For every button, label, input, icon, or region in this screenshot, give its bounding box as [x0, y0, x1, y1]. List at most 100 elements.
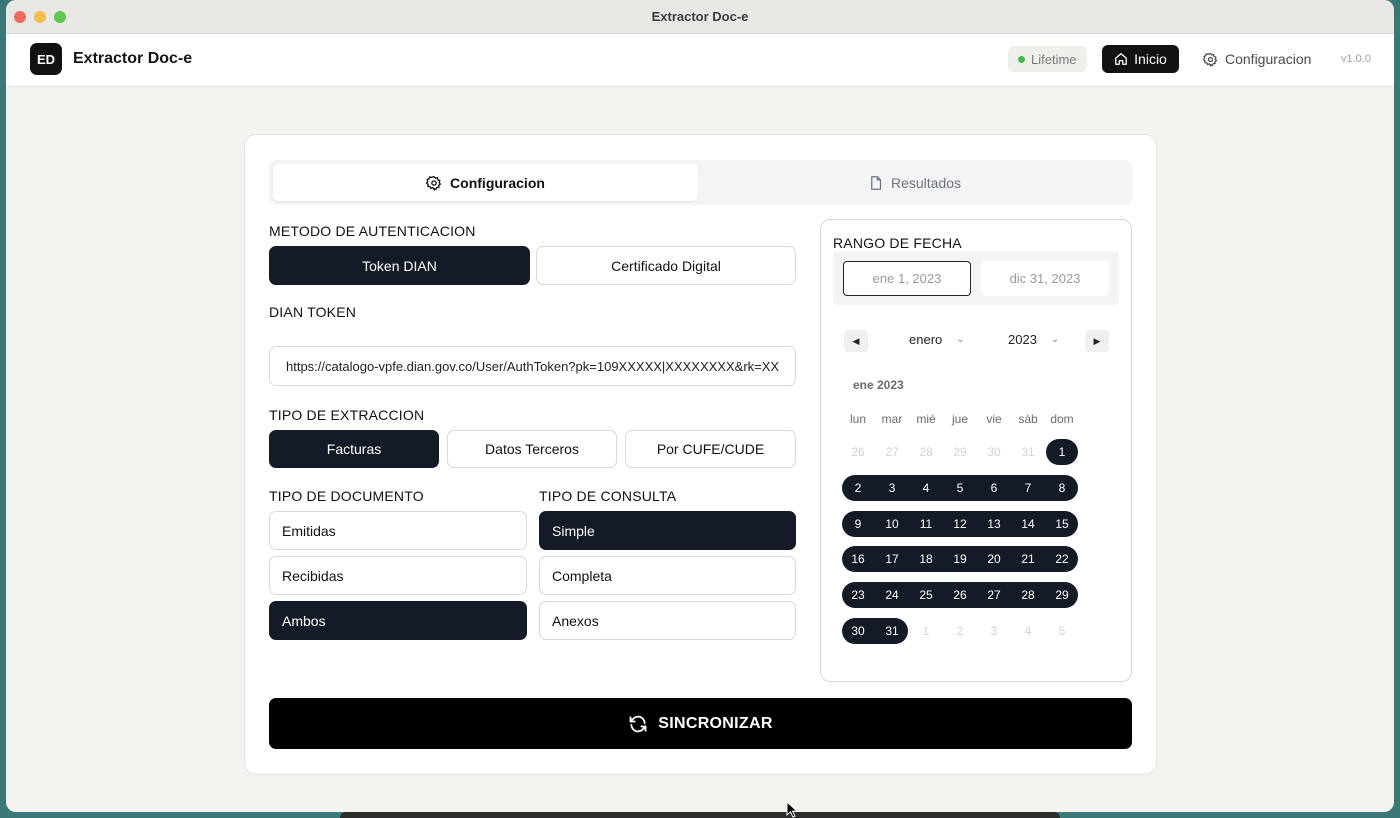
document-recibidas-button[interactable]: Recibidas: [269, 556, 527, 595]
nav-config-label: Configuracion: [1225, 51, 1312, 67]
document-type-label: TIPO DE DOCUMENTO: [269, 488, 424, 504]
date-range-label: RANGO DE FECHA: [833, 235, 962, 251]
plan-badge: Lifetime: [1008, 46, 1087, 72]
calendar-day[interactable]: 3: [877, 476, 907, 500]
tab-configuracion-label: Configuracion: [450, 174, 545, 191]
extraction-cufe-button[interactable]: Por CUFE/CUDE: [625, 430, 796, 468]
calendar-day[interactable]: 13: [979, 512, 1009, 536]
calendar-day[interactable]: 24: [877, 583, 907, 607]
date-range-panel: RANGO DE FECHA ene 1, 2023 dic 31, 2023 …: [820, 219, 1132, 682]
month-select[interactable]: enero ⌄: [909, 332, 965, 347]
weekday-label: jue: [951, 412, 968, 426]
chevron-down-icon: ⌄: [1050, 334, 1060, 345]
tab-resultados[interactable]: Resultados: [702, 164, 1127, 201]
weekday-label: vie: [986, 412, 1002, 426]
calendar-day[interactable]: 4: [1013, 619, 1043, 643]
extraction-facturas-button[interactable]: Facturas: [269, 430, 439, 468]
calendar-day[interactable]: 15: [1047, 512, 1077, 536]
calendar-day[interactable]: 23: [843, 583, 873, 607]
calendar-day[interactable]: 4: [911, 476, 941, 500]
calendar-day[interactable]: 28: [911, 440, 941, 464]
document-emitidas-button[interactable]: Emitidas: [269, 511, 527, 550]
sync-button[interactable]: SINCRONIZAR: [269, 698, 1132, 749]
extraction-type-label: TIPO DE EXTRACCION: [269, 407, 425, 423]
calendar-day[interactable]: 2: [945, 619, 975, 643]
calendar-day[interactable]: 3: [979, 619, 1009, 643]
auth-certificado-button[interactable]: Certificado Digital: [536, 246, 796, 285]
calendar-day[interactable]: 1: [911, 619, 941, 643]
calendar-day[interactable]: 5: [945, 476, 975, 500]
triangle-left-icon: ◀: [852, 335, 860, 346]
date-range-fields: ene 1, 2023 dic 31, 2023: [833, 251, 1119, 305]
close-window-button[interactable]: [14, 11, 26, 23]
app-header: ED Extractor Doc-e Lifetime Inicio Confi…: [6, 34, 1394, 87]
refresh-icon: [628, 714, 648, 734]
tab-configuracion[interactable]: Configuracion: [273, 164, 698, 201]
calendar-day[interactable]: 14: [1013, 512, 1043, 536]
calendar-day[interactable]: 12: [945, 512, 975, 536]
calendar-day[interactable]: 29: [945, 440, 975, 464]
document-ambos-button[interactable]: Ambos: [269, 601, 527, 640]
query-anexos-button[interactable]: Anexos: [539, 601, 796, 640]
home-icon: [1114, 52, 1128, 66]
dian-token-label: DIAN TOKEN: [269, 304, 357, 320]
calendar-day[interactable]: 29: [1047, 583, 1077, 607]
calendar-day[interactable]: 11: [911, 512, 941, 536]
calendar-day[interactable]: 8: [1047, 476, 1077, 500]
status-dot-icon: [1018, 55, 1025, 63]
calendar-day[interactable]: 9: [843, 512, 873, 536]
calendar-day[interactable]: 6: [979, 476, 1009, 500]
date-from-field[interactable]: ene 1, 2023: [843, 261, 971, 296]
calendar-day[interactable]: 1: [1047, 440, 1077, 464]
calendar-day[interactable]: 28: [1013, 583, 1043, 607]
app-name: Extractor Doc-e: [73, 50, 193, 67]
minimize-window-button[interactable]: [34, 11, 46, 23]
calendar-day[interactable]: 22: [1047, 547, 1077, 571]
month-select-value: enero: [909, 332, 943, 347]
calendar-day[interactable]: 7: [1013, 476, 1043, 500]
query-completa-button[interactable]: Completa: [539, 556, 796, 595]
version-label: v1.0.0: [1341, 53, 1371, 65]
calendar-day[interactable]: 26: [843, 440, 873, 464]
calendar-day[interactable]: 2: [843, 476, 873, 500]
calendar-day[interactable]: 5: [1047, 619, 1077, 643]
auth-token-dian-button[interactable]: Token DIAN: [269, 246, 530, 285]
nav-config-button[interactable]: Configuracion: [1203, 45, 1311, 73]
calendar-day[interactable]: 26: [945, 583, 975, 607]
calendar-day[interactable]: 30: [979, 440, 1009, 464]
calendar-day[interactable]: 27: [979, 583, 1009, 607]
query-simple-button[interactable]: Simple: [539, 511, 796, 550]
calendar-day[interactable]: 31: [1013, 440, 1043, 464]
calendar-day[interactable]: 20: [979, 547, 1009, 571]
weekday-label: dom: [1050, 412, 1074, 426]
calendar-day[interactable]: 25: [911, 583, 941, 607]
calendar-day[interactable]: 16: [843, 547, 873, 571]
tab-bar: Configuracion Resultados: [269, 160, 1133, 205]
weekday-label: mié: [916, 412, 936, 426]
dian-token-input[interactable]: [269, 346, 796, 386]
calendar-day[interactable]: 27: [877, 440, 907, 464]
calendar-day[interactable]: 30: [843, 619, 873, 643]
calendar-day[interactable]: 18: [911, 547, 941, 571]
prev-month-button[interactable]: ◀: [844, 330, 868, 352]
zoom-window-button[interactable]: [54, 11, 66, 23]
plan-badge-label: Lifetime: [1031, 51, 1077, 67]
next-month-button[interactable]: ▶: [1085, 330, 1109, 352]
weekday-label: sáb: [1018, 412, 1038, 426]
dock-edge: [340, 812, 1060, 818]
nav-home-button[interactable]: Inicio: [1102, 45, 1179, 73]
calendar-day[interactable]: 17: [877, 547, 907, 571]
extraction-datos-terceros-button[interactable]: Datos Terceros: [447, 430, 617, 468]
year-select[interactable]: 2023 ⌄: [1008, 332, 1059, 347]
calendar-day[interactable]: 19: [945, 547, 975, 571]
sync-button-label: SINCRONIZAR: [658, 714, 773, 732]
year-select-value: 2023: [1008, 332, 1037, 347]
document-icon: [868, 175, 883, 191]
calendar-day[interactable]: 10: [877, 512, 907, 536]
calendar-day[interactable]: 21: [1013, 547, 1043, 571]
calendar-day[interactable]: 31: [877, 619, 907, 643]
app-window: Extractor Doc-e ED Extractor Doc-e Lifet…: [6, 0, 1394, 812]
main-card: Configuracion Resultados METODO DE AUTEN…: [244, 134, 1157, 775]
date-to-field[interactable]: dic 31, 2023: [981, 261, 1109, 296]
window-controls: [14, 11, 66, 23]
